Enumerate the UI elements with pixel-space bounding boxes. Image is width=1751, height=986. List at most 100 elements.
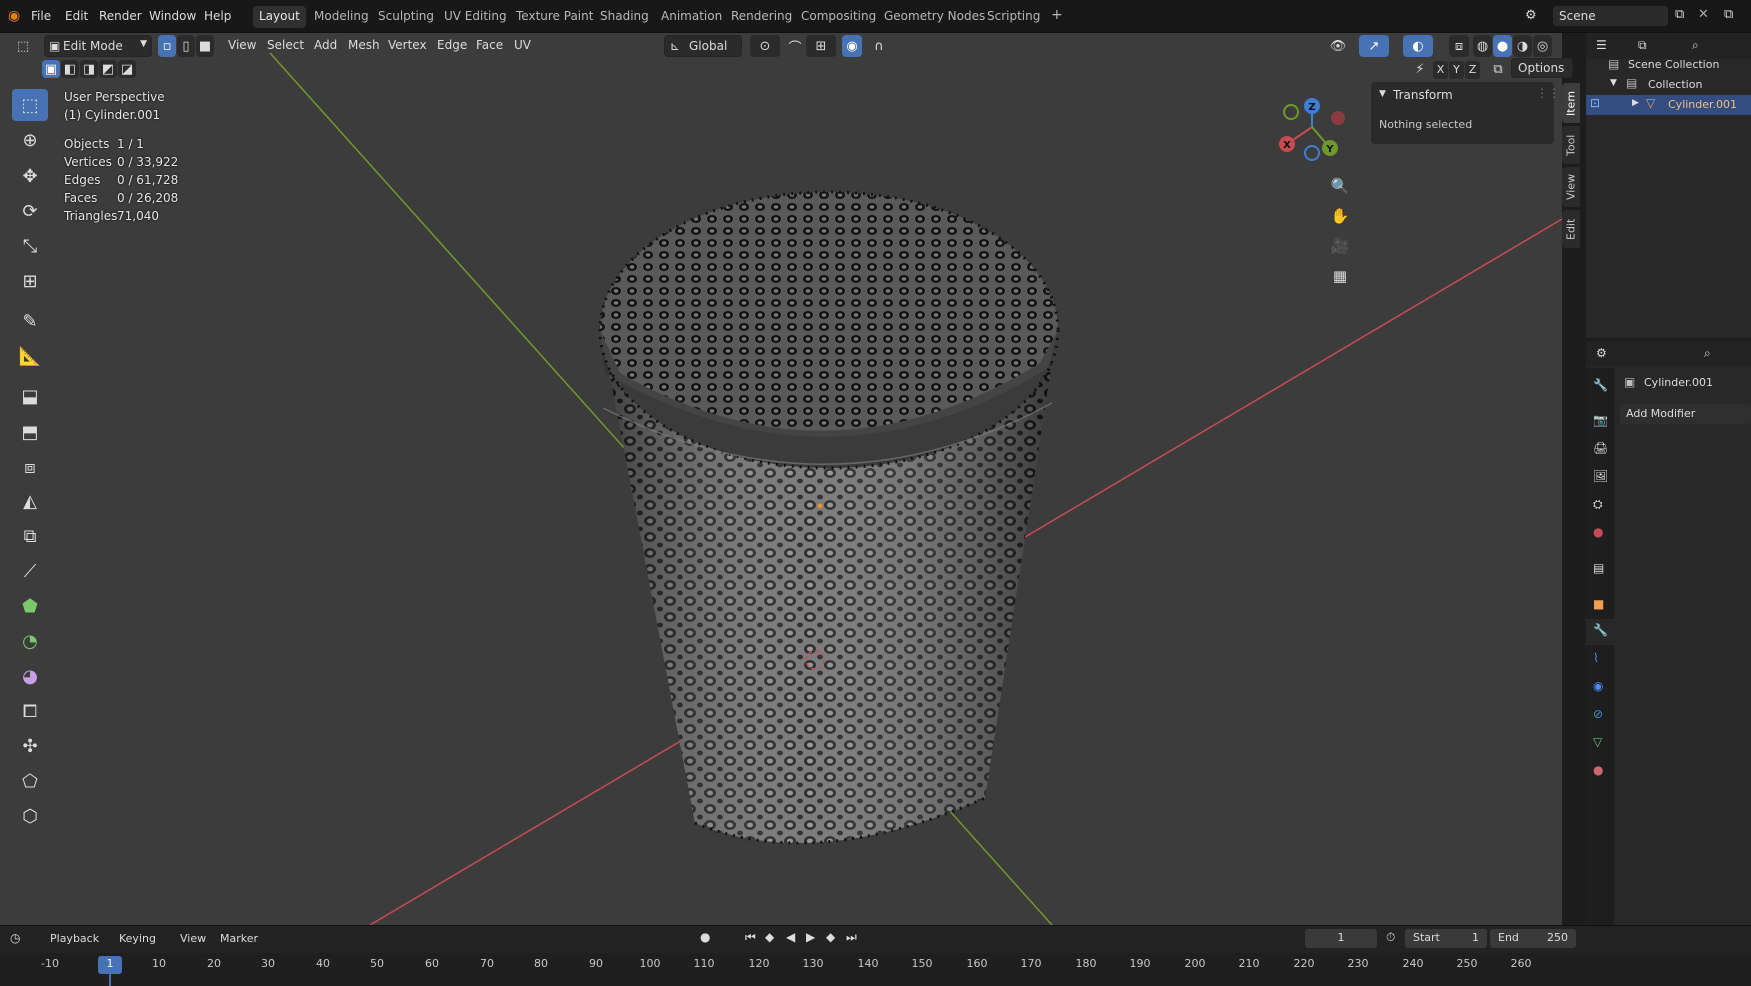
tab-compositing[interactable]: Compositing: [795, 6, 882, 28]
loop-cut-tool[interactable]: ⧉: [12, 520, 48, 552]
sidebar-tab-edit[interactable]: Edit: [1562, 210, 1580, 248]
object-label[interactable]: Cylinder.001: [1668, 98, 1737, 111]
keying-menu[interactable]: Keying: [119, 932, 156, 945]
tab-modeling[interactable]: Modeling: [308, 6, 375, 28]
edit-mode-icon[interactable]: ⊡: [1590, 96, 1600, 110]
collection-tab-icon[interactable]: ▤: [1593, 561, 1604, 575]
marker-menu[interactable]: Marker: [220, 932, 258, 945]
scene-name-field[interactable]: Scene: [1553, 6, 1668, 26]
knife-tool[interactable]: ⟋: [12, 555, 48, 587]
mirror-x-toggle[interactable]: X: [1433, 61, 1448, 79]
material-shading-icon[interactable]: ◑: [1513, 35, 1532, 57]
playback-menu[interactable]: Playback: [50, 932, 99, 945]
menu-edge[interactable]: Edge: [431, 35, 473, 57]
measure-tool[interactable]: 📐: [12, 340, 48, 372]
tab-scripting[interactable]: Scripting: [981, 6, 1046, 28]
tab-animation[interactable]: Animation: [655, 6, 728, 28]
snap-target-icon[interactable]: ⊞: [806, 35, 836, 57]
render-tab-icon[interactable]: 📷: [1593, 413, 1608, 427]
face-select-button[interactable]: ■: [196, 35, 214, 57]
select-invert-icon[interactable]: ◩: [99, 60, 117, 78]
select-intersect-icon[interactable]: ◪: [118, 60, 136, 78]
object-expand-icon[interactable]: ▶: [1632, 98, 1639, 108]
mode-dropdown[interactable]: ▣ Edit Mode ▼: [44, 35, 152, 57]
add-cube-tool[interactable]: ⬓: [12, 380, 48, 412]
3d-viewport[interactable]: [0, 33, 1562, 925]
timeline-editor-icon[interactable]: ◷: [10, 931, 20, 945]
physics-tab-icon[interactable]: ◉: [1593, 679, 1603, 693]
prev-keyframe-icon[interactable]: ◆: [765, 930, 774, 944]
edge-select-button[interactable]: ▯: [177, 35, 195, 57]
menu-window[interactable]: Window: [149, 9, 196, 23]
camera-view-icon[interactable]: 🎥: [1326, 232, 1354, 260]
transform-panel-title[interactable]: Transform: [1393, 88, 1453, 102]
new-scene-icon[interactable]: ⧉: [1675, 7, 1684, 22]
constraints-tab-icon[interactable]: ⊘: [1593, 707, 1603, 721]
output-tab-icon[interactable]: 🖨: [1593, 441, 1608, 455]
menu-face[interactable]: Face: [470, 35, 509, 57]
particles-tab-icon[interactable]: ⌇: [1593, 651, 1599, 665]
menu-add[interactable]: Add: [308, 35, 343, 57]
ortho-grid-icon[interactable]: ▦: [1326, 262, 1354, 290]
view-layer-icon[interactable]: ⧉: [1724, 7, 1733, 22]
jump-start-icon[interactable]: ⏮: [745, 930, 756, 945]
transform-tool[interactable]: ⊞: [12, 265, 48, 297]
tab-layout[interactable]: Layout: [253, 6, 306, 28]
solid-shading-icon[interactable]: ●: [1493, 35, 1512, 57]
sidebar-tab-tool[interactable]: Tool: [1562, 126, 1580, 164]
menu-render[interactable]: Render: [99, 9, 142, 23]
move-tool[interactable]: ✥: [12, 160, 48, 192]
scene-icon[interactable]: ⚙: [1525, 8, 1537, 23]
record-button[interactable]: ●: [700, 930, 710, 944]
pivot-point-icon[interactable]: ⊙: [750, 35, 780, 57]
scene-collection-label[interactable]: Scene Collection: [1628, 58, 1719, 71]
menu-vertex[interactable]: Vertex: [382, 35, 433, 57]
rotate-tool[interactable]: ⟳: [12, 195, 48, 227]
sidebar-tab-item[interactable]: Item: [1562, 83, 1580, 123]
add-workspace-button[interactable]: +: [1045, 4, 1069, 26]
stopwatch-icon[interactable]: ⏱: [1386, 930, 1395, 945]
spin-tool[interactable]: ◔: [12, 625, 48, 657]
vertex-select-button[interactable]: ▫: [158, 35, 176, 57]
zoom-icon[interactable]: 🔍: [1326, 172, 1354, 200]
menu-mesh[interactable]: Mesh: [342, 35, 386, 57]
menu-file[interactable]: File: [31, 9, 51, 23]
mirror-icon[interactable]: ⚡: [1410, 59, 1430, 79]
chevron-down-icon[interactable]: ▼: [1379, 89, 1386, 99]
sidebar-tab-view[interactable]: View: [1562, 167, 1580, 207]
next-keyframe-icon[interactable]: ◆: [826, 930, 835, 944]
pan-hand-icon[interactable]: ✋: [1326, 202, 1354, 230]
cylinder-mesh[interactable]: [598, 190, 1060, 845]
collection-expand-icon[interactable]: ▼: [1610, 78, 1617, 88]
select-subtract-icon[interactable]: ◨: [80, 60, 98, 78]
tab-rendering[interactable]: Rendering: [725, 6, 798, 28]
rip-region-tool[interactable]: ⬡: [12, 800, 48, 832]
navigation-gizmo[interactable]: Z X Y: [1268, 94, 1348, 164]
search-icon[interactable]: ⌕: [1692, 38, 1699, 53]
orientation-dropdown[interactable]: ⊾ Global: [664, 35, 742, 57]
scale-tool[interactable]: ⤡: [12, 230, 48, 262]
select-extend-icon[interactable]: ◧: [61, 60, 79, 78]
shrink-fatten-tool[interactable]: ✣: [12, 730, 48, 762]
tab-texture-paint[interactable]: Texture Paint: [510, 6, 599, 28]
auto-merge-icon[interactable]: ⧉: [1488, 59, 1508, 79]
gizmo-toggle-icon[interactable]: ↗: [1359, 35, 1389, 57]
material-tab-icon[interactable]: ●: [1593, 763, 1603, 777]
add-modifier-button[interactable]: Add Modifier: [1620, 404, 1751, 424]
smooth-tool[interactable]: ◕: [12, 660, 48, 692]
wireframe-shading-icon[interactable]: ◍: [1473, 35, 1492, 57]
play-reverse-icon[interactable]: ◀: [786, 930, 795, 944]
world-tab-icon[interactable]: ●: [1593, 525, 1603, 539]
modifier-tab-icon[interactable]: 🔧: [1593, 623, 1608, 637]
rendered-shading-icon[interactable]: ◎: [1533, 35, 1552, 57]
blender-logo-icon[interactable]: ◉: [8, 8, 20, 24]
overlay-toggle-icon[interactable]: ◐: [1403, 35, 1433, 57]
display-mode-icon[interactable]: ⧉: [1638, 38, 1647, 53]
delete-scene-icon[interactable]: ✕: [1698, 7, 1709, 22]
outliner-editor-icon[interactable]: ☰: [1596, 38, 1607, 52]
menu-edit[interactable]: Edit: [65, 9, 88, 23]
options-dropdown[interactable]: Options: [1511, 58, 1573, 78]
annotate-tool[interactable]: ✎: [12, 305, 48, 337]
cursor-tool[interactable]: ⊕: [12, 124, 48, 156]
bevel-tool[interactable]: ◭: [12, 485, 48, 517]
